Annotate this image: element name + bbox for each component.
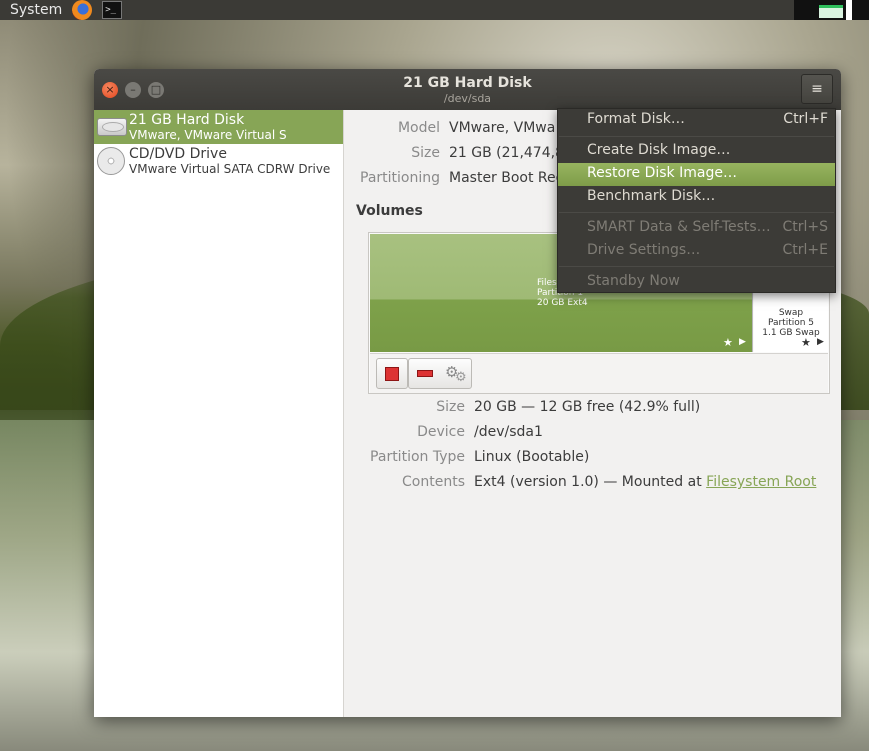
firefox-icon[interactable] <box>72 0 93 20</box>
device-value: /dev/sda1 <box>474 424 543 440</box>
title-bar[interactable]: × – □ 21 GB Hard Disk /dev/sda ≡ <box>94 69 841 110</box>
system-menu[interactable]: System <box>0 0 68 20</box>
menu-item-shortcut: Ctrl+E <box>782 242 829 258</box>
model-label: Model <box>397 120 440 136</box>
menu-item-standby-now[interactable]: Standby Now <box>558 271 835 294</box>
partition-type-row: Partition Type Linux (Bootable) <box>345 449 841 469</box>
menu-item-smart-data[interactable]: SMART Data & Self-Tests… Ctrl+S <box>558 217 835 240</box>
volumes-heading: Volumes <box>356 203 423 219</box>
optical-disc-icon <box>97 147 125 175</box>
delete-partition-icon <box>417 370 433 377</box>
window-title: 21 GB Hard Disk <box>403 75 532 91</box>
contents-value: Ext4 (version 1.0) — Mounted at Filesyst… <box>474 474 816 490</box>
drive-item-hard-disk[interactable]: 21 GB Hard Disk VMware, VMware Virtual S <box>94 110 343 144</box>
system-monitor-applet[interactable] <box>794 0 869 20</box>
menu-item-drive-settings[interactable]: Drive Settings… Ctrl+E <box>558 240 835 263</box>
size-value: 21 GB (21,474,83 <box>449 145 573 161</box>
drive-menu: Format Disk… Ctrl+F Create Disk Image… R… <box>557 108 836 293</box>
partition-type-value: Linux (Bootable) <box>474 449 590 465</box>
star-icon: ★ <box>801 336 811 349</box>
menu-item-label: Drive Settings… <box>587 242 701 258</box>
partition-type-label: Partition Type <box>370 449 465 465</box>
partition-actions-button[interactable] <box>408 358 472 389</box>
menu-item-shortcut: Ctrl+S <box>782 219 828 235</box>
drive-item-cd-dvd[interactable]: CD/DVD Drive VMware Virtual SATA CDRW Dr… <box>94 144 343 178</box>
menu-item-restore-disk-image[interactable]: Restore Disk Image… <box>558 163 835 186</box>
drive-menu-button[interactable]: ≡ <box>801 74 833 104</box>
unmount-button[interactable] <box>376 358 408 389</box>
menu-item-label: Standby Now <box>587 273 680 289</box>
partitioning-value: Master Boot Rec <box>449 170 564 186</box>
star-icon: ★ <box>723 336 733 349</box>
menu-separator <box>559 266 834 267</box>
close-button[interactable]: × <box>102 82 118 98</box>
menu-separator <box>559 212 834 213</box>
menu-item-label: Benchmark Disk… <box>587 188 716 204</box>
drive-description: VMware Virtual SATA CDRW Drive <box>129 162 331 176</box>
hard-disk-icon <box>97 118 127 136</box>
drive-name: CD/DVD Drive <box>129 146 227 162</box>
menu-item-benchmark-disk[interactable]: Benchmark Disk… <box>558 186 835 209</box>
play-arrow-icon: ▶ <box>817 337 824 347</box>
partition-5-name: Swap <box>778 308 804 318</box>
play-arrow-icon: ▶ <box>739 337 746 347</box>
menu-item-label: Create Disk Image… <box>587 142 731 158</box>
device-row: Device /dev/sda1 <box>345 424 841 444</box>
window-subtitle: /dev/sda <box>443 92 492 105</box>
menu-item-label: SMART Data & Self-Tests… <box>587 219 771 235</box>
partition-size-label: Size <box>436 399 465 415</box>
volume-toolbar <box>370 353 828 393</box>
partition-size-value: 20 GB — 12 GB free (42.9% full) <box>474 399 701 415</box>
contents-text: Ext4 (version 1.0) — Mounted at <box>474 474 707 490</box>
partitioning-label: Partitioning <box>360 170 440 186</box>
drive-description: VMware, VMware Virtual S <box>129 128 287 142</box>
drive-list: 21 GB Hard Disk VMware, VMware Virtual S… <box>94 110 344 717</box>
terminal-icon[interactable]: >_ <box>102 1 123 19</box>
menu-item-shortcut: Ctrl+F <box>783 111 828 127</box>
menu-item-create-disk-image[interactable]: Create Disk Image… <box>558 140 835 163</box>
contents-row: Contents Ext4 (version 1.0) — Mounted at… <box>345 474 841 494</box>
hamburger-icon: ≡ <box>811 81 823 97</box>
drive-name: 21 GB Hard Disk <box>129 112 245 128</box>
menu-item-label: Format Disk… <box>587 111 685 127</box>
memory-graph-icon <box>846 0 852 20</box>
partition-5-label: Swap Partition 5 1.1 GB Swap <box>754 308 828 338</box>
gears-icon <box>445 363 469 385</box>
size-label: Size <box>411 145 440 161</box>
stop-icon <box>385 367 399 381</box>
top-panel: System >_ <box>0 0 869 20</box>
cpu-graph-icon <box>819 0 843 20</box>
minimize-button[interactable]: – <box>125 82 141 98</box>
model-value: VMware, VMwa <box>449 120 556 136</box>
filesystem-root-link[interactable]: Filesystem Root <box>706 474 816 490</box>
menu-item-format-disk[interactable]: Format Disk… Ctrl+F <box>558 109 835 132</box>
device-label: Device <box>417 424 465 440</box>
contents-label: Contents <box>402 474 465 490</box>
partition-5-number: Partition 5 <box>767 318 815 328</box>
maximize-button[interactable]: □ <box>148 82 164 98</box>
partition-size-row: Size 20 GB — 12 GB free (42.9% full) <box>345 399 841 419</box>
partition-1-size: 20 GB Ext4 <box>537 298 588 308</box>
menu-item-label: Restore Disk Image… <box>587 165 737 181</box>
menu-separator <box>559 136 834 137</box>
